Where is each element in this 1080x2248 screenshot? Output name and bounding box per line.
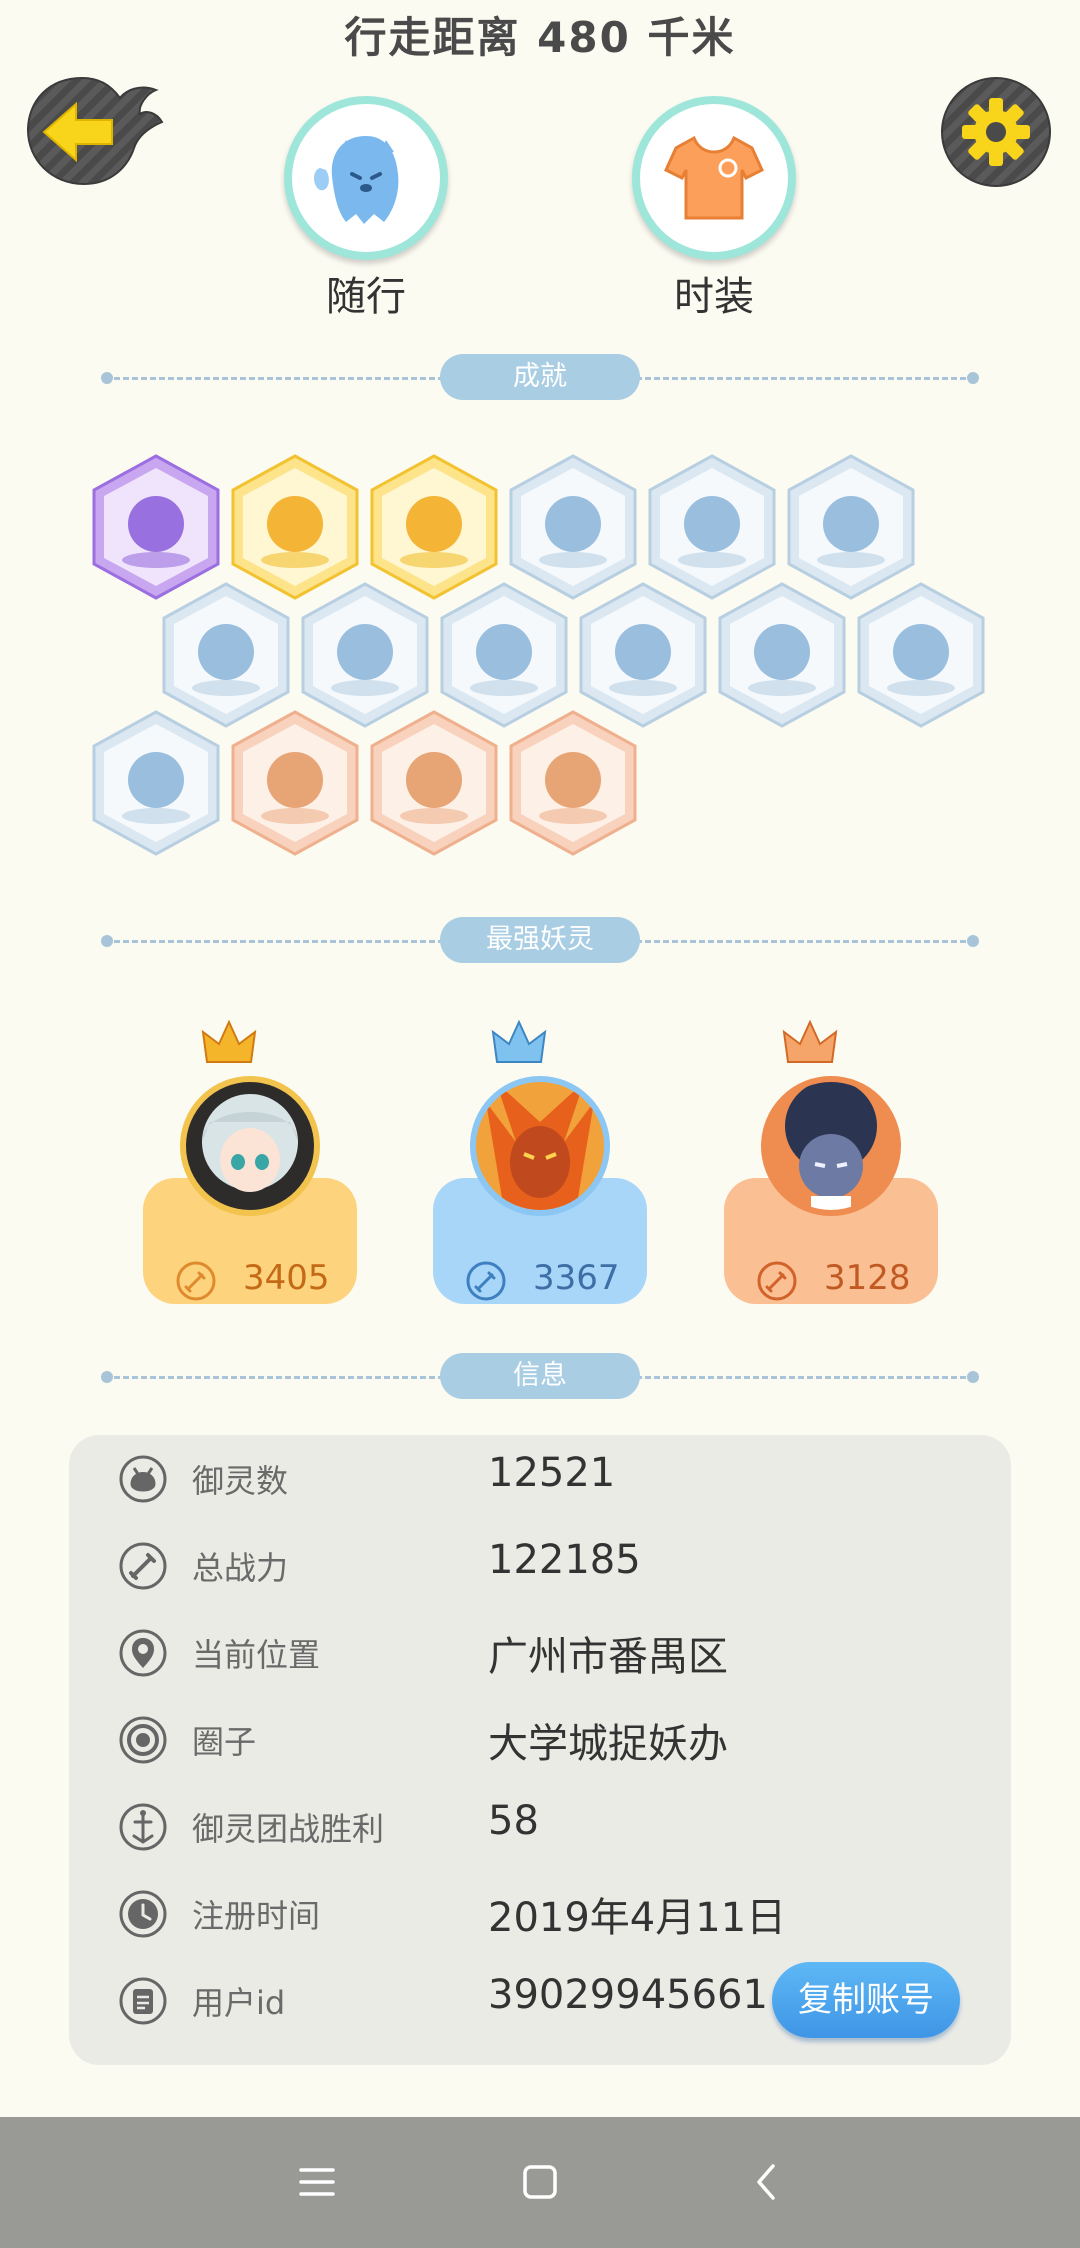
spirit-count-icon (119, 1455, 167, 1503)
copy-account-button[interactable]: 复制账号 (772, 1962, 960, 2038)
info-value: 39029945661 (488, 1972, 768, 2018)
info-value: 12521 (488, 1450, 616, 1496)
page-title: 行走距离 480 千米 (344, 13, 736, 62)
spirit-avatar (470, 1076, 610, 1216)
ghost-companion-icon (314, 136, 399, 224)
spirit-card-1[interactable]: 3405 (143, 1018, 357, 1318)
info-row-circle: 圈子 大学城捉妖办 (118, 1709, 998, 1769)
sword-icon (757, 1261, 797, 1301)
spirit-card-3[interactable]: 3128 (724, 1018, 938, 1318)
home-icon (523, 2165, 557, 2199)
info-label: 御灵团战胜利 (192, 1810, 385, 1848)
info-label: 御灵数 (192, 1462, 289, 1500)
info-value: 大学城捉妖办 (488, 1721, 728, 1767)
info-row-location: 当前位置 广州市番禺区 (118, 1622, 998, 1682)
info-value: 58 (488, 1798, 539, 1844)
back-arrow-icon (26, 76, 164, 186)
info-row-team-battle: 御灵团战胜利 58 (118, 1796, 998, 1856)
info-value: 2019年4月11日 (488, 1895, 787, 1941)
spirit-power: 3405 (243, 1258, 330, 1298)
fashion-circle (632, 96, 796, 260)
spirit-avatar (761, 1076, 901, 1216)
team-battle-icon (119, 1803, 167, 1851)
info-divider: 信息 (101, 1353, 979, 1401)
achievements-divider: 成就 (101, 354, 979, 402)
crown-icon (491, 1019, 547, 1063)
gear-icon (941, 77, 1051, 187)
sword-icon (176, 1261, 216, 1301)
info-label: 注册时间 (192, 1897, 321, 1935)
info-row-total-power: 总战力 122185 (118, 1535, 998, 1595)
spirit-power: 3367 (533, 1258, 620, 1298)
info-value: 广州市番禺区 (488, 1634, 728, 1680)
back-icon (757, 2164, 775, 2200)
spirit-power: 3128 (824, 1258, 911, 1298)
companion-button[interactable]: 随行 (281, 96, 451, 322)
companion-circle (284, 96, 448, 260)
home-button[interactable] (510, 2152, 570, 2212)
spirit-avatar (180, 1076, 320, 1216)
strongest-header: 最强妖灵 (440, 917, 640, 963)
system-back-button[interactable] (737, 2152, 797, 2212)
back-button[interactable] (26, 76, 166, 188)
fox-book-badge[interactable] (507, 708, 639, 858)
settings-button[interactable] (940, 76, 1052, 188)
fashion-label: 时装 (674, 274, 754, 320)
info-label: 用户id (192, 1984, 286, 2022)
info-row-register-time: 注册时间 2019年4月11日 (118, 1883, 998, 1943)
stroller-cat-badge[interactable] (229, 708, 361, 858)
crown-icon (782, 1019, 838, 1063)
menu-button[interactable] (287, 2152, 347, 2212)
strongest-divider: 最强妖灵 (101, 917, 979, 965)
info-header: 信息 (440, 1353, 640, 1399)
achievements-header: 成就 (440, 354, 640, 400)
crown-icon (201, 1019, 257, 1063)
spirit-card-2[interactable]: 3367 (433, 1018, 647, 1318)
location-pin-icon (119, 1629, 167, 1677)
id-card-icon (119, 1977, 167, 2025)
info-label: 当前位置 (192, 1636, 321, 1674)
clock-icon (119, 1890, 167, 1938)
fashion-button[interactable]: 时装 (629, 96, 799, 322)
blue-creature-badge[interactable] (90, 708, 222, 858)
ox-spirit-badge[interactable] (368, 708, 500, 858)
menu-icon (299, 2168, 335, 2196)
info-value: 122185 (488, 1537, 641, 1583)
tshirt-icon (664, 135, 764, 220)
info-row-spirit-count: 御灵数 12521 (118, 1448, 998, 1508)
sword-icon (119, 1542, 167, 1590)
shield-badge[interactable] (855, 580, 987, 730)
info-label: 总战力 (192, 1549, 289, 1587)
info-label: 圈子 (192, 1723, 257, 1761)
sword-icon (466, 1261, 506, 1301)
companion-label: 随行 (326, 274, 406, 320)
dragon-badge[interactable] (716, 580, 848, 730)
circle-group-icon (119, 1716, 167, 1764)
